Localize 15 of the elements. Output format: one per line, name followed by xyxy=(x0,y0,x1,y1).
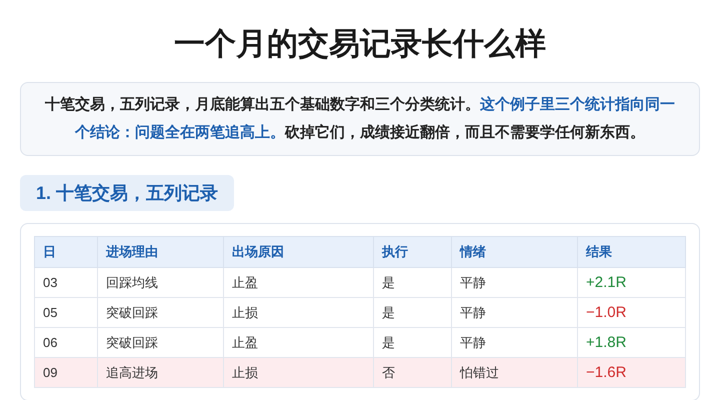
column-header: 进场理由 xyxy=(98,236,224,268)
column-header: 执行 xyxy=(374,236,452,268)
table-cell: 怕错过 xyxy=(452,358,578,388)
table-cell: 09 xyxy=(34,358,98,388)
column-header: 出场原因 xyxy=(224,236,374,268)
result-cell: −1.6R xyxy=(578,358,686,388)
table-cell: 否 xyxy=(374,358,452,388)
intro-paragraph: 十笔交易，五列记录，月底能算出五个基础数字和三个分类统计。这个例子里三个统计指向同一个结论：问题全在两笔追高上。砍掉它们，成绩接近翻倍，而且不需要学任何新东西。 xyxy=(44,95,676,143)
column-header: 情绪 xyxy=(452,236,578,268)
section-heading: 1. 十笔交易，五列记录 xyxy=(20,175,234,211)
page-title: 一个月的交易记录长什么样 xyxy=(174,25,546,63)
table-cell: 追高进场 xyxy=(98,358,224,388)
column-header: 日 xyxy=(34,236,98,268)
column-header: 结果 xyxy=(578,236,686,268)
table-cell: 止损 xyxy=(224,358,374,388)
